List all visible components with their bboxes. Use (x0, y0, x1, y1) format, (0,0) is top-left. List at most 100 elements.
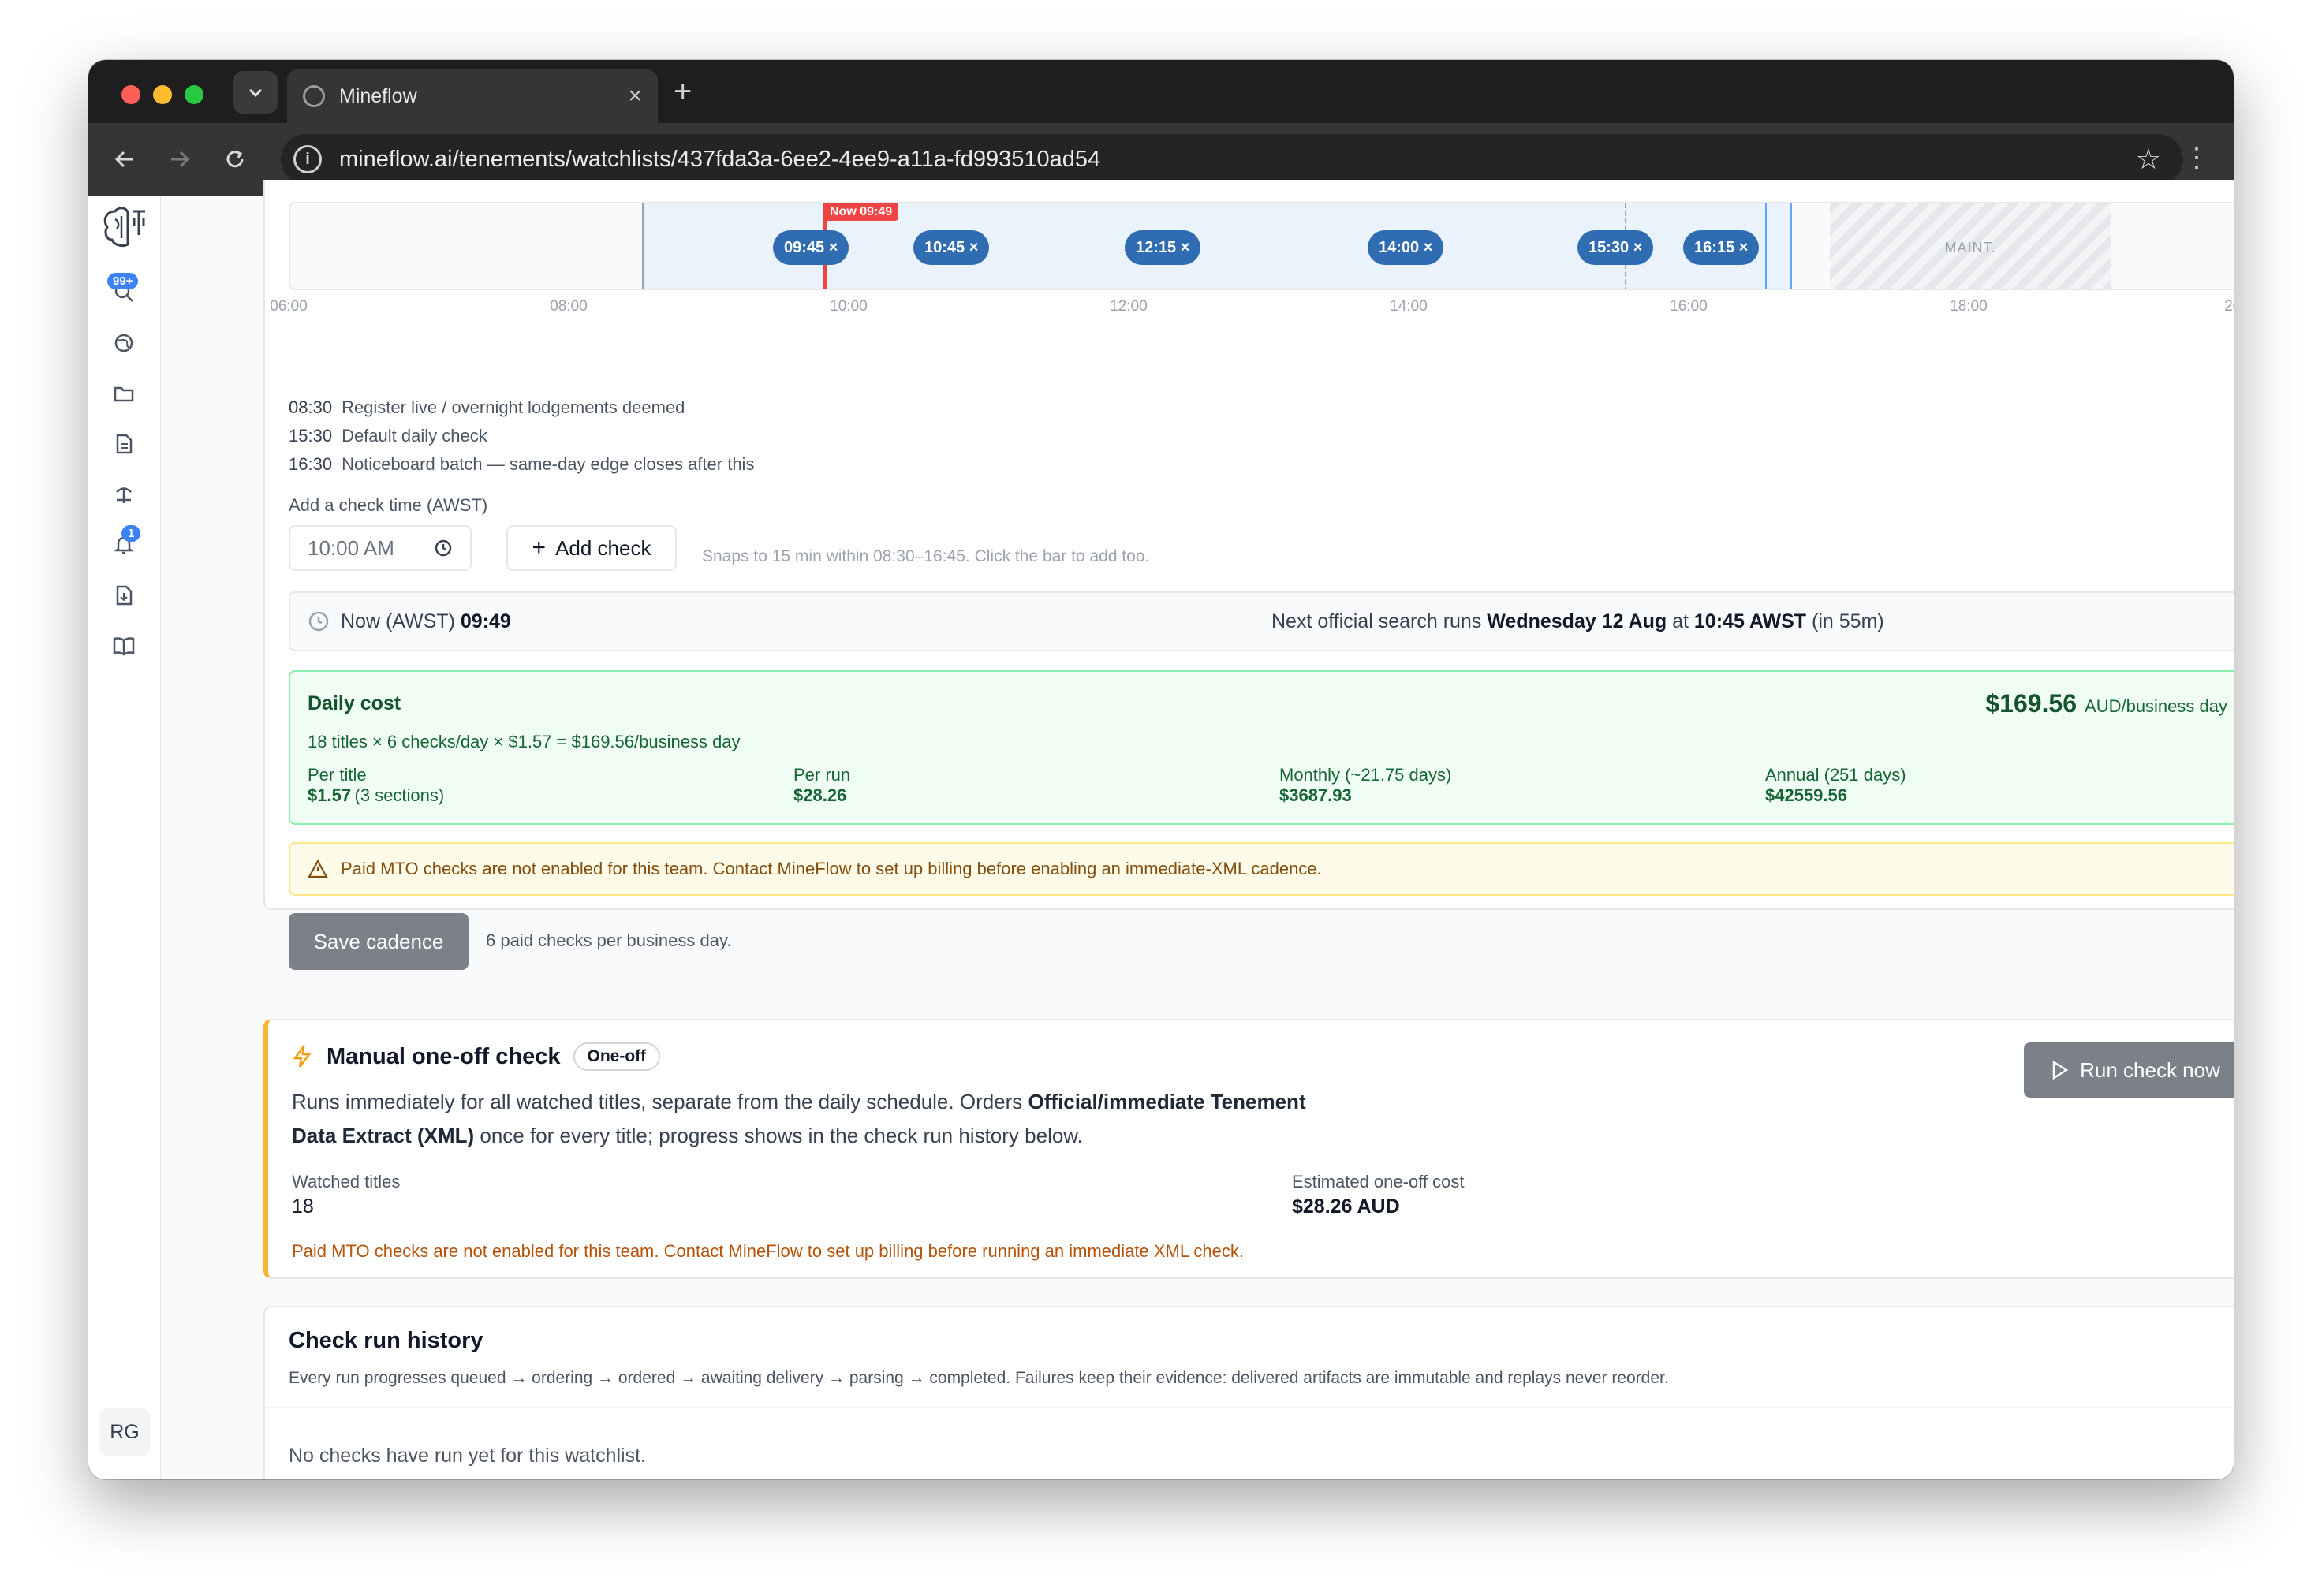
per-title-value: $1.57 (308, 785, 352, 805)
daily-cost-unit: AUD/business day (2085, 696, 2227, 716)
time-tick: 18:00 (1950, 298, 1988, 315)
schedule-timeline-bar[interactable]: MAINT. Now 09:49 09:45 × 10:45 × 12:15 ×… (289, 202, 2234, 290)
rule-text: Register live / overnight lodgements dee… (342, 397, 685, 417)
daily-cost-panel: Daily cost $169.56 AUD/business day 18 t… (289, 670, 2234, 825)
check-pill-1215[interactable]: 12:15 × (1125, 230, 1201, 265)
rule-text: Noticeboard batch — same-day edge closes… (342, 454, 755, 474)
time-tick: 14:00 (1390, 298, 1428, 315)
cadence-warning-text: Paid MTO checks are not enabled for this… (341, 859, 1322, 878)
browser-window: Mineflow × + i mineflow.ai/tenements/wat… (88, 60, 2234, 1479)
arrow-right-icon (171, 151, 190, 168)
per-run-value: $28.26 (793, 785, 847, 805)
documents-nav-item[interactable] (110, 431, 137, 457)
time-tick: 10:00 (830, 298, 868, 315)
daily-cost-amount: $169.56 (1985, 689, 2077, 718)
now-status-bar: Now (AWST) 09:49 Next official search ru… (289, 591, 2234, 651)
site-info-icon[interactable]: i (293, 145, 322, 173)
maximize-window-button[interactable] (185, 85, 203, 104)
minimize-window-button[interactable] (153, 85, 172, 104)
brain-logo-icon (103, 207, 145, 248)
monthly-label: Monthly (~21.75 days) (1279, 765, 1452, 785)
run-check-now-label: Run check now (2080, 1057, 2220, 1082)
reload-icon (226, 150, 244, 168)
per-run-label: Per run (793, 765, 851, 785)
next-day: Wednesday 12 Aug (1487, 610, 1667, 632)
check-pill-0945[interactable]: 09:45 × (773, 230, 849, 265)
docs-nav-item[interactable] (110, 632, 137, 659)
next-at: at (1672, 610, 1689, 632)
add-check-hint: Snaps to 15 min within 08:30–16:45. Clic… (702, 547, 1150, 565)
per-title-label: Per title (308, 765, 367, 785)
alerts-count-badge: 1 (121, 525, 141, 542)
rule-time: 16:30 (289, 454, 333, 474)
mining-nav-item[interactable] (110, 481, 137, 508)
daily-cost-formula: 18 titles × 6 checks/day × $1.57 = $169.… (308, 732, 741, 751)
manual-check-title: Manual one-off check (327, 1043, 561, 1069)
save-cadence-note: 6 paid checks per business day. (486, 930, 732, 950)
file-download-icon (116, 585, 133, 606)
check-pill-1615[interactable]: 16:15 × (1683, 230, 1760, 265)
mineflow-logo[interactable] (99, 203, 148, 251)
user-avatar[interactable]: RG (99, 1408, 150, 1456)
add-check-button[interactable]: + Add check (506, 525, 677, 571)
check-pill-1045[interactable]: 10:45 × (913, 230, 990, 265)
schedule-rule-row: 16:30 Noticeboard batch — same-day edge c… (289, 454, 754, 475)
check-pill-1400[interactable]: 14:00 × (1368, 230, 1444, 265)
save-cadence-button[interactable]: Save cadence (289, 913, 469, 970)
now-time: 09:49 (460, 610, 511, 632)
browser-tab[interactable]: Mineflow × (287, 69, 658, 123)
manual-check-description: Runs immediately for all watched titles,… (292, 1085, 1317, 1153)
next-suffix: (in 55m) (1812, 610, 1884, 632)
arrow-left-icon (114, 151, 133, 168)
history-title: Check run history (289, 1328, 483, 1353)
page-viewport: 99+ 1 RG MAINT. Now 09:49 09:45 × 10:45 … (88, 180, 2234, 1479)
now-label: Now (AWST) (341, 610, 455, 632)
clock-icon (308, 611, 329, 632)
annual-value: $42559.56 (1765, 785, 1847, 805)
map-nav-item[interactable] (110, 330, 137, 356)
downloads-nav-item[interactable] (110, 582, 137, 609)
bookmark-star-icon[interactable]: ☆ (2136, 143, 2161, 176)
monthly-value: $3687.93 (1279, 785, 1352, 805)
noticeboard-marker (1765, 203, 1767, 289)
cadence-warning-banner: Paid MTO checks are not enabled for this… (289, 842, 2234, 896)
tab-strip: Mineflow × + (88, 60, 2234, 123)
watched-titles-value: 18 (292, 1195, 314, 1218)
folders-nav-item[interactable] (110, 380, 137, 407)
back-button[interactable] (106, 140, 144, 178)
one-off-cost-stat: Estimated one-off cost $28.26 AUD (1292, 1172, 1465, 1218)
check-time-input[interactable]: 10:00 AM (289, 525, 472, 571)
reload-button[interactable] (216, 140, 254, 178)
check-pill-1530[interactable]: 15:30 × (1577, 230, 1654, 265)
rule-text: Default daily check (342, 426, 487, 446)
tab-title: Mineflow (339, 84, 417, 107)
annual-label: Annual (251 days) (1765, 765, 1906, 785)
url-text: mineflow.ai/tenements/watchlists/437fda3… (339, 146, 1101, 172)
manual-desc-part1: Runs immediately for all watched titles,… (292, 1090, 1023, 1113)
search-count-badge: 99+ (107, 273, 139, 289)
manual-check-card: Manual one-off check One-off Runs immedi… (263, 1019, 2234, 1279)
close-window-button[interactable] (121, 85, 140, 104)
forward-button[interactable] (161, 140, 199, 178)
run-check-now-button[interactable]: Run check now (2024, 1042, 2234, 1098)
manual-check-warning: Paid MTO checks are not enabled for this… (292, 1241, 1244, 1261)
check-time-value: 10:00 AM (308, 535, 394, 560)
manual-check-header: Manual one-off check One-off (292, 1042, 661, 1071)
main-content: MAINT. Now 09:49 09:45 × 10:45 × 12:15 ×… (161, 180, 2234, 1479)
next-prefix: Next official search runs (1271, 610, 1482, 632)
globe-icon (114, 334, 133, 352)
per-title-note: (3 sections) (354, 785, 445, 805)
tab-search-button[interactable] (233, 71, 278, 114)
one-off-cost-value: $28.26 AUD (1292, 1195, 1400, 1218)
time-tick: 06:00 (270, 298, 308, 315)
time-tick: 20:00 (2224, 298, 2234, 315)
address-bar[interactable]: i mineflow.ai/tenements/watchlists/437fd… (281, 134, 2183, 185)
time-tick: 16:00 (1670, 298, 1708, 315)
new-tab-button[interactable]: + (674, 73, 692, 110)
watched-titles-stat: Watched titles 18 (292, 1172, 400, 1218)
watched-titles-label: Watched titles (292, 1172, 401, 1191)
browser-menu-icon[interactable]: ⋮ (2183, 142, 2210, 173)
pickaxe-icon (116, 487, 132, 503)
close-tab-icon[interactable]: × (628, 83, 642, 110)
time-tick: 12:00 (1110, 298, 1148, 315)
